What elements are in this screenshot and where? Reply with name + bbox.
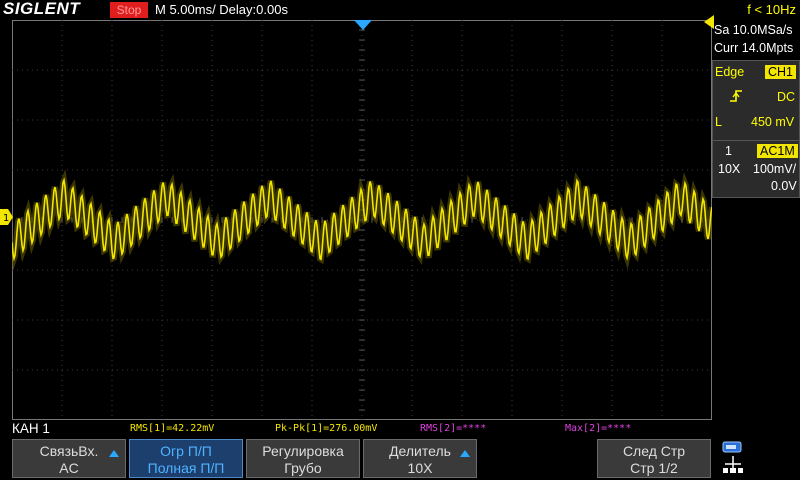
measurement-pkpk1: Pk-Pk[1]=276.00mV [275,423,378,434]
softkey-coupling[interactable]: СвязьВх. AC [12,439,126,478]
memory-depth: Curr 14.0Mpts [714,41,794,55]
ch1-marker-label: 1 [3,213,9,224]
softkey-next-page[interactable]: След Стр Стр 1/2 [597,439,711,478]
channel1-scale: 100mV/ [753,162,797,176]
softkey-bandwidth-value: Полная П/П [147,460,225,476]
softkey-empty [480,439,594,478]
trigger-coupling: DC [777,90,796,104]
chevron-up-icon [109,450,119,457]
softkey-next-title: След Стр [622,443,686,459]
softkey-probe-value: 10X [407,460,433,476]
channel1-info-box[interactable]: 1 AC1M 10X 100mV/ 0.0V [712,140,800,198]
trigger-position-marker[interactable] [354,20,372,30]
softkey-probe[interactable]: Делитель 10X [363,439,477,478]
softkey-adjust[interactable]: Регулировка Грубо [246,439,360,478]
channel1-probe: 10X [718,162,741,176]
trigger-type: Edge [715,65,745,79]
channel1-number: 1 [725,144,732,158]
trigger-level: 450 mV [751,115,795,129]
right-info-panel: Sa 10.0MSa/s Curr 14.0Mpts Edge CH1 DC L… [712,20,800,420]
graticule [12,20,712,420]
rising-edge-icon [730,90,742,102]
chevron-up-icon [460,450,470,457]
waveform-display[interactable] [12,20,712,420]
run-stop-indicator[interactable]: Stop [110,2,148,18]
top-status-bar: SIGLENT Stop M 5.00ms/ Delay:0.00s f < 1… [0,0,800,20]
trigger-level-label: L [715,115,722,129]
softkey-next-value: Стр 1/2 [630,460,678,476]
trigger-source: CH1 [765,65,797,79]
trigger-frequency-readout: f < 10Hz [747,2,796,17]
channel1-offset: 0.0V [771,179,797,193]
brand-logo: SIGLENT [3,0,81,18]
measurement-rms2: RMS[2]=**** [420,423,487,434]
usb-network-icon [722,441,743,473]
measurement-bar: КАН 1 RMS[1]=42.22mV Pk-Pk[1]=276.00mV R… [0,420,800,437]
measurement-rms1: RMS[1]=42.22mV [130,423,215,434]
softkey-adjust-value: Грубо [284,460,322,476]
softkey-bandwidth-title: Огр П/П [160,443,212,459]
softkey-coupling-value: AC [59,460,79,476]
sample-rate: Sa 10.0MSa/s [714,23,793,37]
softkey-adjust-title: Регулировка [262,443,344,459]
channel1-coupling: AC1M [757,144,798,158]
softkey-bandwidth-limit[interactable]: Огр П/П Полная П/П [129,439,243,478]
timebase-readout[interactable]: M 5.00ms/ Delay:0.00s [155,2,288,17]
softkey-bar: СвязьВх. AC Огр П/П Полная П/П Регулиров… [0,437,800,480]
measurement-max2: Max[2]=**** [565,423,632,434]
ch1-offset-marker[interactable]: 1 [0,209,13,225]
channel-label: КАН 1 [12,421,50,436]
